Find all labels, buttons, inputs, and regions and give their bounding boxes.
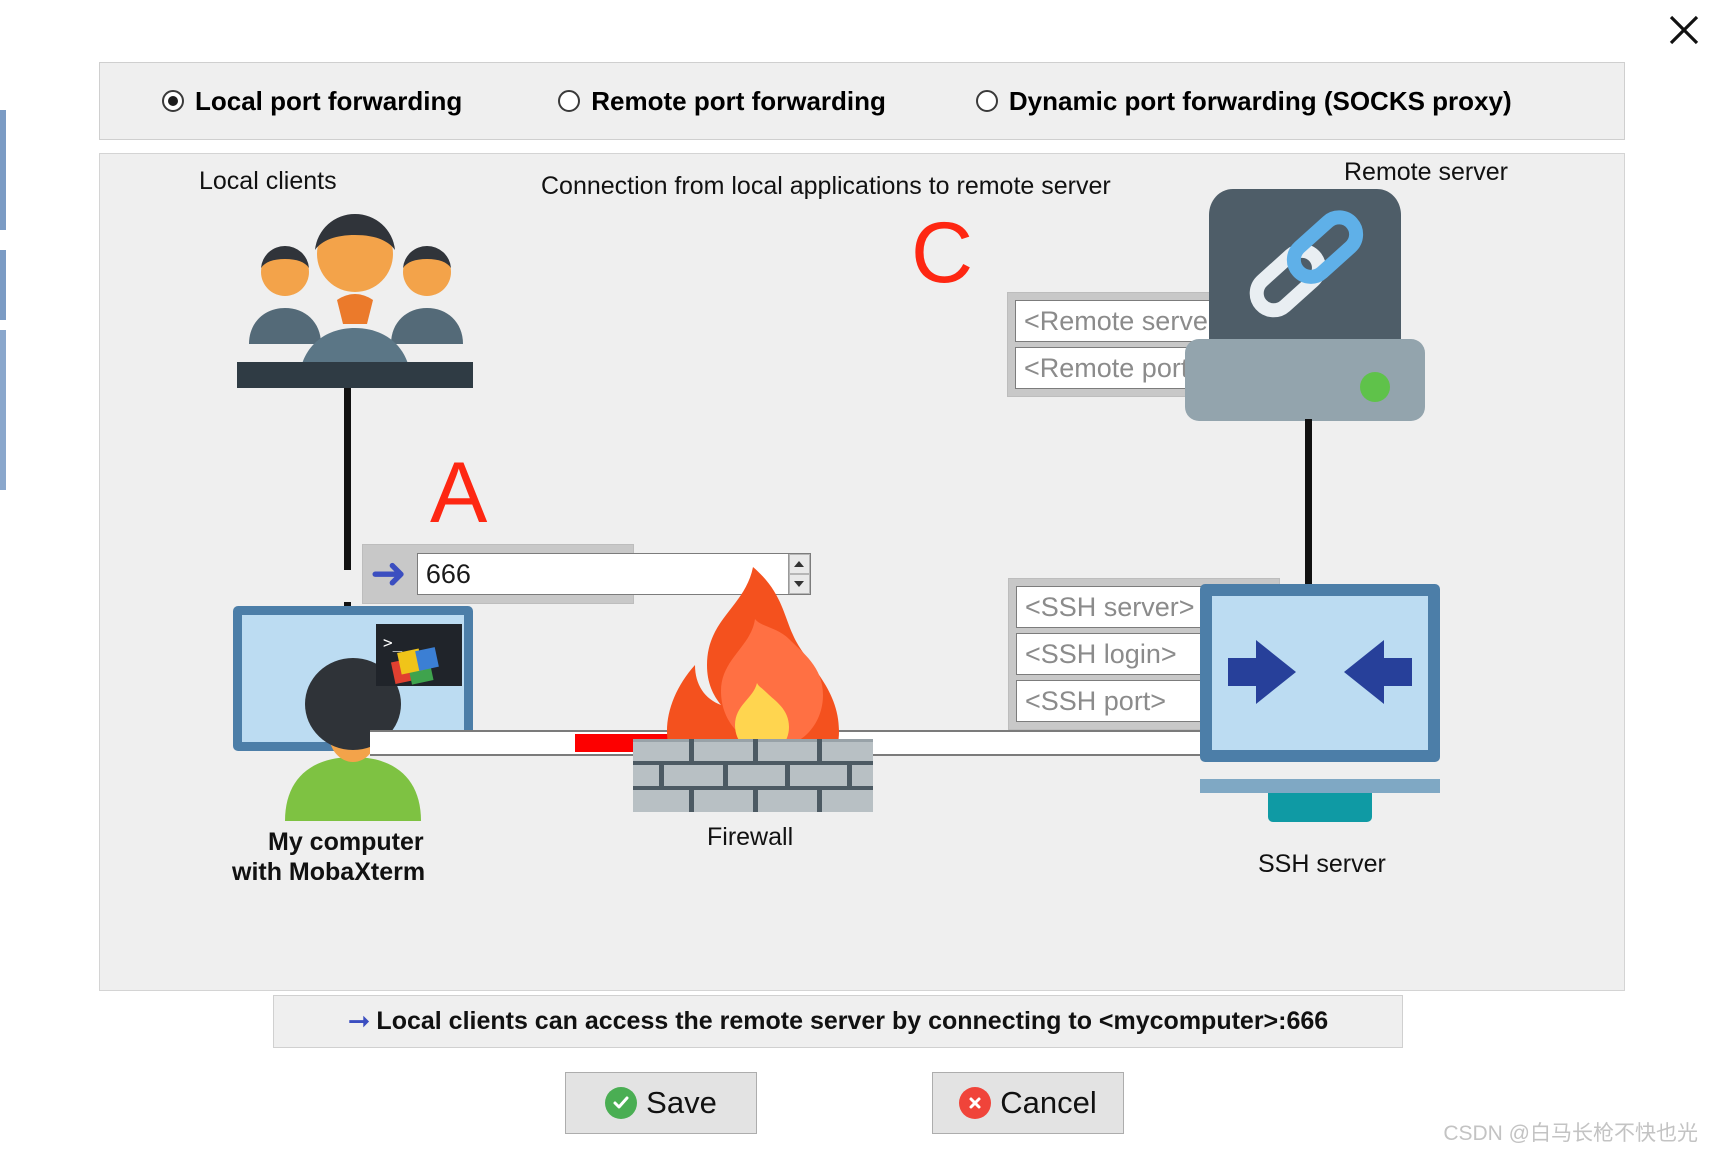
watermark: CSDN @白马长枪不快也光 <box>1443 1122 1698 1145</box>
label-local-clients: Local clients <box>199 167 337 195</box>
edge-artifact <box>0 330 6 490</box>
radio-remote-port-forwarding[interactable]: Remote port forwarding <box>558 86 886 117</box>
radio-dot-icon <box>975 90 998 112</box>
annotation-a: A <box>430 445 488 541</box>
label-remote-server: Remote server <box>1344 158 1508 186</box>
my-computer-icon: >_ <box>233 606 473 821</box>
label-firewall: Firewall <box>707 823 794 851</box>
ssh-server-icon <box>1200 584 1440 822</box>
radio-local-port-forwarding[interactable]: Local port forwarding <box>162 86 462 117</box>
svg-text:>_: >_ <box>383 633 403 652</box>
dialog-root: Local port forwarding Remote port forwar… <box>0 0 1720 1169</box>
radio-label: Remote port forwarding <box>591 85 886 116</box>
label-ssh-server: SSH server <box>1258 850 1386 878</box>
remote-server-icon <box>1185 189 1425 421</box>
connector-clients-to-computer <box>344 388 351 570</box>
cancel-button-label: Cancel <box>1000 1085 1097 1120</box>
cancel-button[interactable]: Cancel <box>932 1072 1124 1134</box>
diagram-panel: Local clients Connection from local appl… <box>99 153 1625 991</box>
label-my-computer-line1: My computer <box>268 828 424 856</box>
save-button[interactable]: Save <box>565 1072 757 1134</box>
save-button-label: Save <box>646 1085 717 1120</box>
radio-dot-icon <box>162 90 184 112</box>
left-arrow-icon: ➜ <box>370 548 407 599</box>
radio-label: Dynamic port forwarding (SOCKS proxy) <box>1008 85 1512 116</box>
firewall-icon <box>633 567 873 812</box>
connector-remote-to-sshserver <box>1305 419 1312 585</box>
radio-dynamic-port-forwarding[interactable]: Dynamic port forwarding (SOCKS proxy) <box>975 85 1512 117</box>
status-hint-text: Local clients can access the remote serv… <box>376 1007 1329 1035</box>
right-arrow-icon: ➞ <box>347 1006 371 1037</box>
edge-artifact <box>0 110 6 230</box>
annotation-c: C <box>911 205 974 301</box>
forwarded-port-group: ➜ <box>362 544 811 604</box>
local-clients-icon <box>237 213 473 388</box>
radio-dot-icon <box>558 90 581 112</box>
label-connection-caption: Connection from local applications to re… <box>541 172 1111 200</box>
edge-artifact <box>0 250 6 320</box>
radio-label: Local port forwarding <box>195 85 463 116</box>
close-button[interactable] <box>1662 8 1706 52</box>
status-hint-bar: ➞ Local clients can access the remote se… <box>273 995 1403 1048</box>
label-my-computer-line2: with MobaXterm <box>232 858 426 886</box>
cross-icon <box>959 1087 992 1119</box>
check-icon <box>605 1087 638 1119</box>
close-icon <box>1669 15 1699 45</box>
forwarding-mode-bar: Local port forwarding Remote port forwar… <box>99 62 1625 140</box>
